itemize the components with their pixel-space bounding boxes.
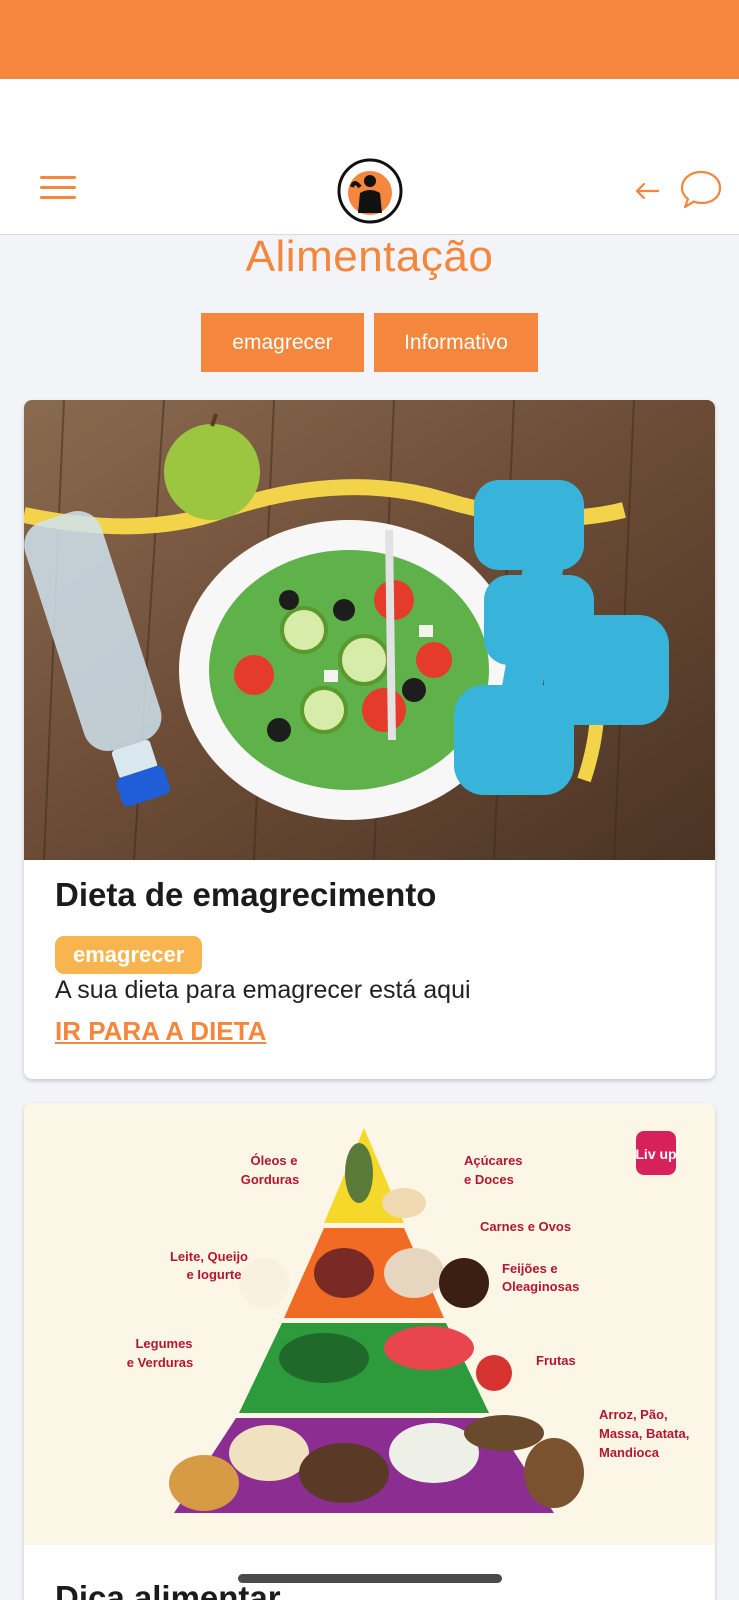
pyramid-label: Açúcares: [464, 1153, 523, 1168]
pyramid-label: Óleos e: [251, 1153, 298, 1168]
pyramid-label: e Iogurte: [187, 1267, 242, 1282]
pyramid-label: Carnes e Ovos: [480, 1219, 571, 1234]
diet-image: [24, 400, 715, 860]
pyramid-label: e Verduras: [127, 1355, 194, 1370]
pyramid-label: Oleaginosas: [502, 1279, 579, 1294]
go-to-diet-link[interactable]: IR PARA A DIETA: [55, 1016, 266, 1047]
tag-emagrecer: emagrecer: [55, 936, 203, 974]
filter-emagrecer-button[interactable]: emagrecer: [201, 313, 364, 372]
diet-card[interactable]: Dieta de emagrecimento emagrecer A sua d…: [24, 400, 715, 1079]
food-pyramid-image: Liv up Óleos e Gorduras Açúcares e Doces…: [24, 1103, 715, 1545]
food-pyramid-card[interactable]: Liv up Óleos e Gorduras Açúcares e Doces…: [24, 1103, 715, 1600]
hamburger-menu-icon[interactable]: [40, 176, 76, 202]
pyramid-label: Mandioca: [599, 1445, 660, 1460]
card-description: A sua dieta para emagrecer está aqui: [55, 976, 471, 1004]
pyramid-label: Frutas: [536, 1353, 576, 1368]
pyramid-label: Arroz, Pão,: [599, 1407, 668, 1422]
pyramid-label: e Doces: [464, 1172, 514, 1187]
home-indicator[interactable]: [238, 1574, 502, 1583]
status-bar: [0, 0, 739, 79]
pyramid-label: Legumes: [135, 1336, 192, 1351]
pyramid-label: Massa, Batata,: [599, 1426, 689, 1441]
chat-bubble-icon[interactable]: [679, 169, 723, 211]
filter-informativo-button[interactable]: Informativo: [374, 313, 538, 372]
pyramid-label: Gorduras: [241, 1172, 300, 1187]
brand-label: Liv up: [635, 1146, 676, 1162]
arrow-left-icon[interactable]: [632, 176, 662, 206]
pyramid-label: Leite, Queijo: [170, 1249, 248, 1264]
page-title: Alimentação: [245, 232, 494, 281]
card-title: Dieta de emagrecimento: [55, 876, 437, 913]
pyramid-label: Feijões e: [502, 1261, 558, 1276]
gym-logo-icon[interactable]: [336, 157, 404, 225]
